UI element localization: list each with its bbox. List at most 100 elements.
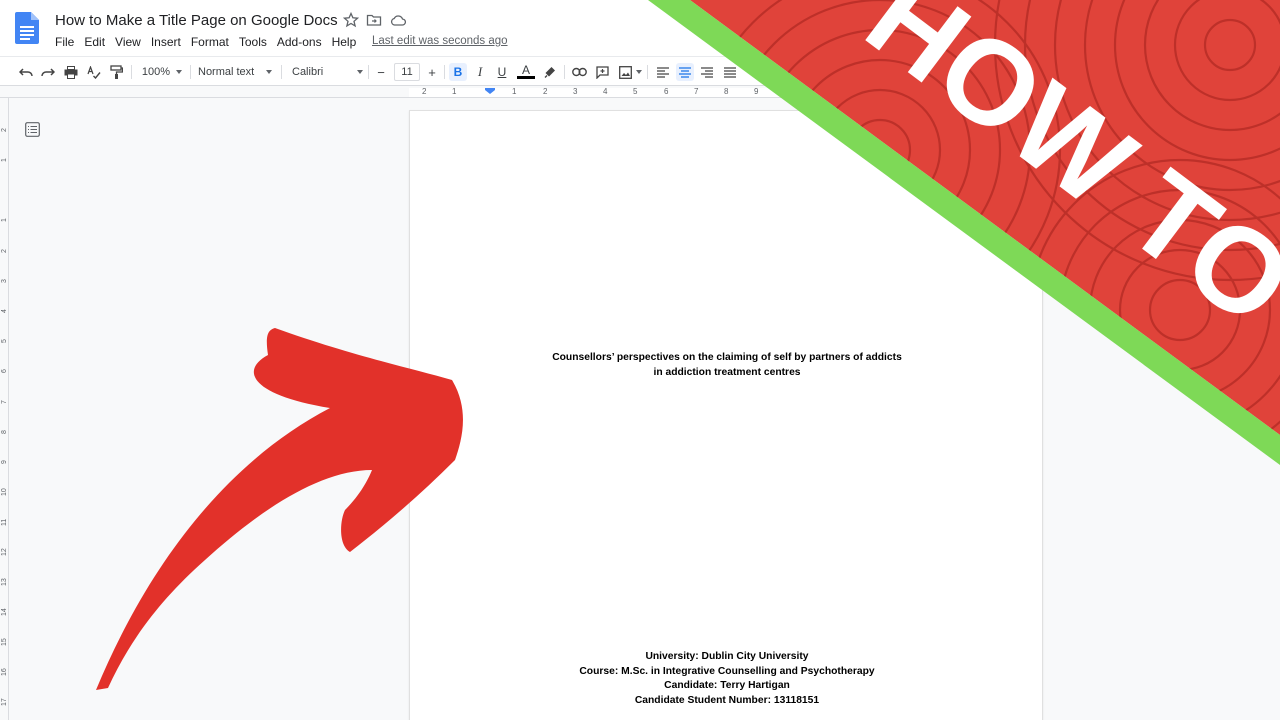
italic-button[interactable]: I (472, 63, 488, 81)
ruler-number: 2 (543, 87, 548, 96)
highlight-color-button[interactable] (542, 63, 558, 81)
align-center-button[interactable] (676, 63, 694, 81)
style-dropdown-arrow-icon (266, 70, 272, 74)
ruler-number: 12 (1, 548, 8, 556)
ruler-number: 1 (452, 87, 457, 96)
insert-link-button[interactable] (571, 63, 587, 81)
align-center-icon (679, 66, 691, 78)
ruler-number: 5 (1, 339, 8, 343)
image-icon (618, 65, 632, 79)
student-number-line[interactable]: Candidate Student Number: 13118151 (410, 695, 1044, 706)
title-line-1[interactable]: Counsellors’ perspectives on the claimin… (410, 352, 1044, 363)
ruler-number: 1 (1, 218, 8, 222)
toolbar-separator (444, 65, 445, 79)
toolbar: 100% Normal text Calibri − 11 + B I U A (0, 56, 1280, 86)
cloud-saved-icon[interactable] (390, 13, 406, 27)
candidate-line[interactable]: Candidate: Terry Hartigan (410, 680, 1044, 691)
image-dropdown-arrow-icon (636, 70, 642, 74)
menu-edit[interactable]: Edit (84, 35, 105, 49)
font-dropdown-arrow-icon (357, 70, 363, 74)
increase-font-size-button[interactable]: + (425, 63, 439, 81)
menu-format[interactable]: Format (191, 35, 229, 49)
document-outline-icon[interactable] (25, 122, 40, 137)
align-right-button[interactable] (699, 63, 715, 81)
ruler-number: 5 (633, 87, 638, 96)
toolbar-separator (131, 65, 132, 79)
underline-button[interactable]: U (494, 63, 510, 81)
ruler-number: 8 (724, 87, 729, 96)
ruler-number: 4 (1, 309, 8, 313)
ruler-number: 1 (1, 158, 8, 162)
spellcheck-icon (87, 65, 101, 79)
course-line[interactable]: Course: M.Sc. in Integrative Counselling… (410, 666, 1044, 677)
font-select[interactable]: Calibri (292, 63, 352, 81)
ruler-number: 9 (1, 460, 8, 464)
red-arrow (96, 328, 463, 690)
ruler-number: 4 (603, 87, 608, 96)
justify-button[interactable] (722, 63, 738, 81)
university-line[interactable]: University: Dublin City University (410, 651, 1044, 662)
text-color-button[interactable]: A (517, 63, 535, 79)
paint-format-button[interactable] (108, 63, 124, 81)
ruler-number: 2 (422, 87, 427, 96)
spellcheck-button[interactable] (86, 63, 102, 81)
google-docs-logo-icon[interactable] (15, 12, 39, 44)
link-icon (571, 67, 587, 77)
ruler-number: 16 (1, 668, 8, 676)
redo-button[interactable] (40, 63, 56, 81)
paint-format-icon (109, 65, 123, 79)
ruler-number: 17 (1, 698, 8, 706)
horizontal-ruler[interactable]: 2 1 1 2 3 4 5 6 7 8 9 (0, 87, 1280, 98)
insert-comment-button[interactable] (594, 63, 610, 81)
document-page[interactable]: Counsellors’ perspectives on the claimin… (409, 110, 1043, 720)
title-line-2[interactable]: in addiction treatment centres (410, 367, 1044, 378)
ruler-number: 10 (1, 488, 8, 496)
menu-bar: File Edit View Insert Format Tools Add-o… (55, 35, 366, 49)
print-icon (64, 65, 78, 79)
redo-icon (41, 68, 55, 77)
document-title[interactable]: How to Make a Title Page on Google Docs (55, 12, 338, 29)
undo-icon (19, 68, 33, 77)
ruler-number: 7 (1, 400, 8, 404)
menu-help[interactable]: Help (332, 35, 357, 49)
align-left-button[interactable] (655, 63, 671, 81)
ruler-number: 6 (664, 87, 669, 96)
move-to-folder-icon[interactable] (366, 12, 382, 28)
insert-image-button[interactable] (617, 63, 633, 81)
ruler-number: 13 (1, 578, 8, 586)
ruler-number: 15 (1, 638, 8, 646)
align-right-icon (701, 66, 713, 78)
ruler-number: 3 (1, 279, 8, 283)
toolbar-separator (368, 65, 369, 79)
bold-button[interactable]: B (449, 63, 467, 81)
zoom-dropdown-arrow-icon (176, 70, 182, 74)
ruler-number: 14 (1, 608, 8, 616)
ruler-number: 7 (694, 87, 699, 96)
ruler-number: 2 (1, 249, 8, 253)
star-icon[interactable] (343, 12, 359, 28)
last-edit-link[interactable]: Last edit was seconds ago (372, 35, 508, 47)
menu-tools[interactable]: Tools (239, 35, 267, 49)
menu-addons[interactable]: Add-ons (277, 35, 322, 49)
ruler-number: 3 (573, 87, 578, 96)
indent-marker-icon[interactable] (485, 88, 495, 94)
toolbar-separator (190, 65, 191, 79)
toolbar-separator (647, 65, 648, 79)
menu-view[interactable]: View (115, 35, 141, 49)
highlighter-icon (544, 67, 555, 78)
vertical-ruler[interactable]: 2 1 1 2 3 4 5 6 7 8 9 10 11 12 13 14 15 … (0, 98, 9, 720)
font-size-input[interactable]: 11 (394, 63, 420, 81)
ruler-number: 8 (1, 430, 8, 434)
menu-file[interactable]: File (55, 35, 74, 49)
decrease-font-size-button[interactable]: − (374, 63, 388, 81)
menu-insert[interactable]: Insert (151, 35, 181, 49)
paragraph-style-select[interactable]: Normal text (198, 63, 260, 81)
ruler-number: 2 (1, 128, 8, 132)
print-button[interactable] (63, 63, 79, 81)
undo-button[interactable] (18, 63, 34, 81)
title-bar: How to Make a Title Page on Google Docs … (0, 0, 1280, 56)
zoom-select[interactable]: 100% (140, 63, 172, 81)
ruler-number: 6 (1, 369, 8, 373)
ruler-number: 1 (512, 87, 517, 96)
align-left-icon (657, 66, 669, 78)
